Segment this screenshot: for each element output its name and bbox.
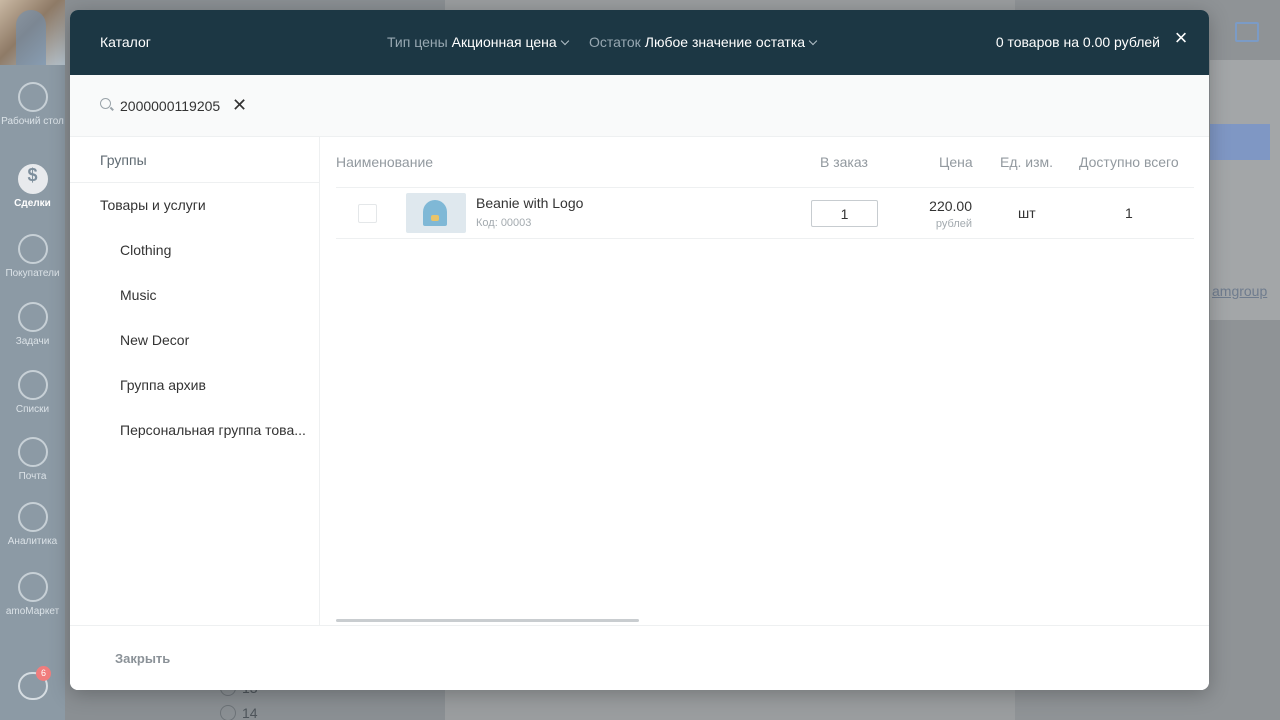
nav-item-label: Рабочий стол <box>1 116 64 127</box>
product-code: Код: 00003 <box>476 217 532 229</box>
price-type-value: Акционная цена <box>451 34 557 50</box>
background-card <box>1210 60 1280 320</box>
nav-item-market[interactable]: amoМаркет <box>0 572 65 618</box>
price-type-filter[interactable]: Тип цены Акционная цена <box>387 34 569 50</box>
nav-item-label: Задачи <box>15 336 50 347</box>
analytics-icon <box>17 502 48 532</box>
customers-icon <box>17 234 48 264</box>
chevron-down-icon <box>560 36 569 46</box>
nav-item-label: Покупатели <box>5 268 60 279</box>
column-available[interactable]: Доступно всего <box>1079 154 1179 170</box>
catalog-modal: Каталог Тип цены Акционная цена Остаток Лю… <box>70 10 1209 690</box>
tasks-icon <box>17 302 48 332</box>
stock-value: Любое значение остатка <box>644 34 806 50</box>
background-radio[interactable]: 14 <box>220 705 258 720</box>
row-checkbox[interactable] <box>358 204 377 223</box>
background-blue-field <box>1210 124 1270 160</box>
modal-footer: Закрыть <box>70 625 1209 690</box>
column-unit[interactable]: Ед. изм. <box>1000 154 1053 170</box>
lists-icon <box>17 370 48 400</box>
nav-item-customers[interactable]: Покупатели <box>0 234 65 280</box>
product-unit: шт <box>1018 205 1036 221</box>
nav-item-analytics[interactable]: Аналитика <box>0 502 65 548</box>
nav-item-dashboard[interactable]: Рабочий стол <box>0 82 65 128</box>
add-icon[interactable] <box>1235 22 1259 42</box>
search-icon <box>100 98 111 109</box>
notification-badge: 6 <box>36 666 51 681</box>
horizontal-scrollbar[interactable] <box>336 619 639 622</box>
column-name[interactable]: Наименование <box>336 154 433 170</box>
table-header: Наименование В заказ Цена Ед. изм. Досту… <box>336 137 1194 188</box>
cart-summary: 0 товаров на 0.00 рублей <box>995 34 1160 50</box>
quantity-input[interactable] <box>811 200 878 227</box>
column-price[interactable]: Цена <box>939 154 973 170</box>
gauge-icon <box>17 82 48 112</box>
stock-filter[interactable]: Остаток Любое значение остатка <box>589 34 818 50</box>
nav-item-label: Почта <box>18 471 47 482</box>
table-row[interactable]: Beanie with Logo Код: 00003 220.00 рубле… <box>336 188 1194 239</box>
groups-header: Группы <box>70 137 319 183</box>
column-order[interactable]: В заказ <box>820 154 868 170</box>
search-bar: 2000000119205 ✕ <box>70 75 1209 137</box>
products-table: Наименование В заказ Цена Ед. изм. Досту… <box>336 137 1194 625</box>
close-icon[interactable]: × <box>1170 27 1192 49</box>
group-item-new-decor[interactable]: New Decor <box>70 318 319 363</box>
nav-item-deals[interactable]: Сделки <box>0 164 65 210</box>
product-thumbnail <box>406 193 466 233</box>
price-type-label: Тип цены <box>387 34 448 50</box>
app-sidebar: Рабочий стол Сделки Покупатели Задачи Сп… <box>0 0 65 720</box>
deals-icon <box>17 164 48 194</box>
group-item-archive[interactable]: Группа архив <box>70 363 319 408</box>
modal-title: Каталог <box>100 34 151 50</box>
nav-item-lists[interactable]: Списки <box>0 370 65 416</box>
stock-label: Остаток <box>589 34 641 50</box>
product-currency: рублей <box>935 218 972 230</box>
close-button[interactable]: Закрыть <box>115 651 170 666</box>
clear-search-icon[interactable]: ✕ <box>232 95 247 115</box>
nav-item-label: Сделки <box>14 198 51 209</box>
product-name[interactable]: Beanie with Logo <box>476 195 583 211</box>
chevron-down-icon <box>808 36 818 46</box>
nav-item-label: Аналитика <box>7 536 58 547</box>
groups-panel: Группы Товары и услуги Clothing Music Ne… <box>70 137 320 625</box>
product-price: 220.00 <box>929 198 972 214</box>
market-icon <box>17 572 48 602</box>
product-available: 1 <box>1125 205 1133 221</box>
group-item-music[interactable]: Music <box>70 273 319 318</box>
group-item-clothing[interactable]: Clothing <box>70 228 319 273</box>
modal-header: Каталог Тип цены Акционная цена Остаток Лю… <box>70 10 1209 75</box>
nav-item-label: amoМаркет <box>5 606 60 617</box>
search-input[interactable]: 2000000119205 <box>120 98 220 114</box>
nav-item-tasks[interactable]: Задачи <box>0 302 65 348</box>
mail-icon <box>17 437 48 467</box>
nav-item-label: Списки <box>15 404 50 415</box>
group-item-goods[interactable]: Товары и услуги <box>70 183 319 228</box>
nav-item-mail[interactable]: Почта <box>0 437 65 483</box>
background-link[interactable]: amgroup <box>1212 283 1267 299</box>
avatar[interactable] <box>0 0 65 65</box>
group-item-personal[interactable]: Персональная группа това... <box>70 408 319 453</box>
